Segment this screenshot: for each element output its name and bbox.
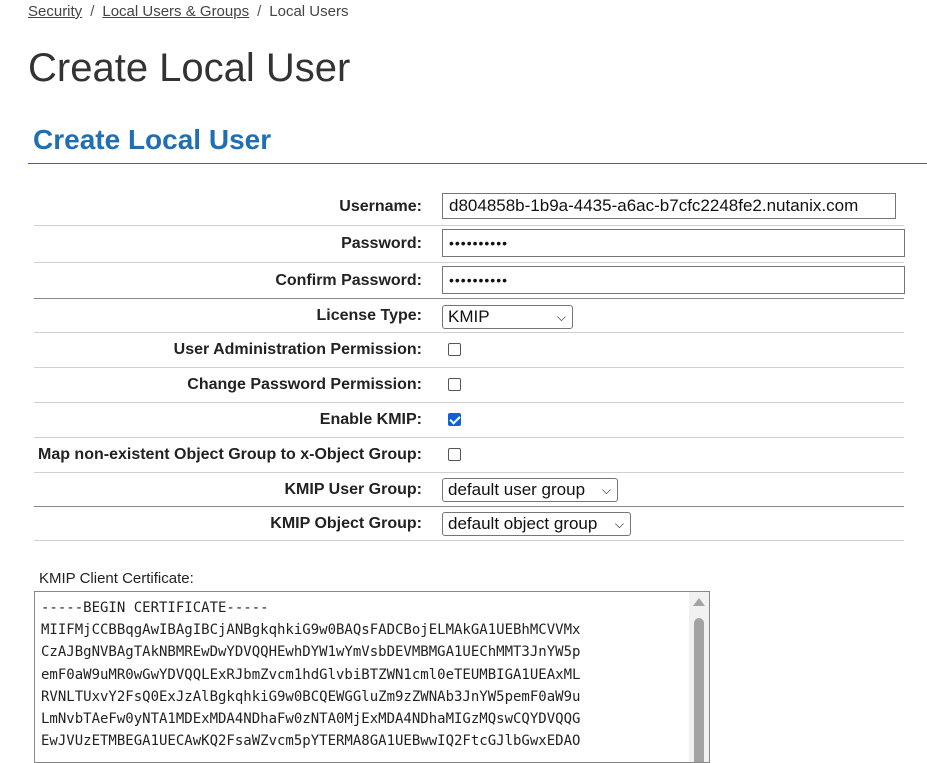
password-label: Password: — [341, 235, 422, 252]
kmip-object-group-value: default object group — [448, 514, 598, 533]
username-row: Username: d804858b-1b9a-4435-a6ac-b7cfc2… — [34, 189, 904, 226]
confirm-password-input[interactable]: •••••••••• — [442, 266, 905, 294]
page-title: Create Local User — [28, 46, 351, 90]
license-type-label: License Type: — [316, 307, 422, 324]
user-admin-permission-label: User Administration Permission: — [173, 341, 422, 358]
change-password-permission-checkbox[interactable] — [448, 378, 461, 391]
map-object-group-label: Map non-existent Object Group to x-Objec… — [37, 446, 422, 463]
kmip-client-certificate-label: KMIP Client Certificate: — [39, 570, 194, 587]
scroll-up-arrow-icon[interactable] — [693, 598, 705, 606]
scroll-thumb[interactable] — [694, 618, 704, 762]
kmip-user-group-label: KMIP User Group: — [284, 481, 423, 498]
enable-kmip-checkbox[interactable] — [448, 413, 461, 426]
change-password-permission-label: Change Password Permission: — [187, 376, 422, 393]
license-type-row: License Type: KMIP ⌵ — [34, 299, 904, 333]
user-admin-permission-row: User Administration Permission: — [34, 333, 904, 368]
user-admin-permission-checkbox[interactable] — [448, 343, 461, 356]
breadcrumb-security-link[interactable]: Security — [28, 3, 82, 20]
textarea-scrollbar[interactable] — [689, 592, 709, 762]
enable-kmip-label: Enable KMIP: — [319, 411, 422, 428]
kmip-user-group-select[interactable]: default user group ⌵ — [442, 478, 618, 502]
username-label: Username: — [339, 198, 422, 215]
breadcrumb-current: Local Users — [269, 3, 349, 20]
kmip-client-certificate-textarea[interactable]: -----BEGIN CERTIFICATE----- MIIFMjCCBBqg… — [34, 591, 710, 763]
password-input[interactable]: •••••••••• — [442, 229, 905, 257]
map-object-group-checkbox[interactable] — [448, 448, 461, 461]
change-password-permission-row: Change Password Permission: — [34, 368, 904, 403]
breadcrumb: Security / Local Users & Groups / Local User… — [28, 3, 348, 20]
section-divider — [28, 163, 927, 164]
username-input[interactable]: d804858b-1b9a-4435-a6ac-b7cfc2248fe2.nut… — [442, 193, 896, 219]
license-type-value: KMIP — [448, 307, 490, 326]
kmip-object-group-label: KMIP Object Group: — [270, 515, 422, 532]
kmip-object-group-select[interactable]: default object group ⌵ — [442, 512, 631, 536]
certificate-text[interactable]: -----BEGIN CERTIFICATE----- MIIFMjCCBBqg… — [41, 597, 681, 752]
breadcrumb-local-users-groups-link[interactable]: Local Users & Groups — [102, 3, 249, 20]
breadcrumb-separator: / — [90, 3, 95, 20]
kmip-user-group-row: KMIP User Group: default user group ⌵ — [34, 473, 904, 507]
kmip-user-group-value: default user group — [448, 480, 586, 499]
chevron-down-icon: ⌵ — [614, 517, 624, 531]
kmip-object-group-row: KMIP Object Group: default object group … — [34, 507, 904, 541]
password-row: Password: •••••••••• — [34, 226, 905, 263]
chevron-down-icon: ⌵ — [556, 310, 566, 324]
map-object-group-row: Map non-existent Object Group to x-Objec… — [34, 438, 904, 473]
breadcrumb-separator: / — [257, 3, 262, 20]
confirm-password-label: Confirm Password: — [275, 272, 422, 289]
license-type-select[interactable]: KMIP ⌵ — [442, 305, 573, 329]
chevron-down-icon: ⌵ — [601, 483, 611, 497]
enable-kmip-row: Enable KMIP: — [34, 403, 904, 438]
section-title: Create Local User — [33, 124, 272, 155]
confirm-password-row: Confirm Password: •••••••••• — [34, 263, 905, 299]
